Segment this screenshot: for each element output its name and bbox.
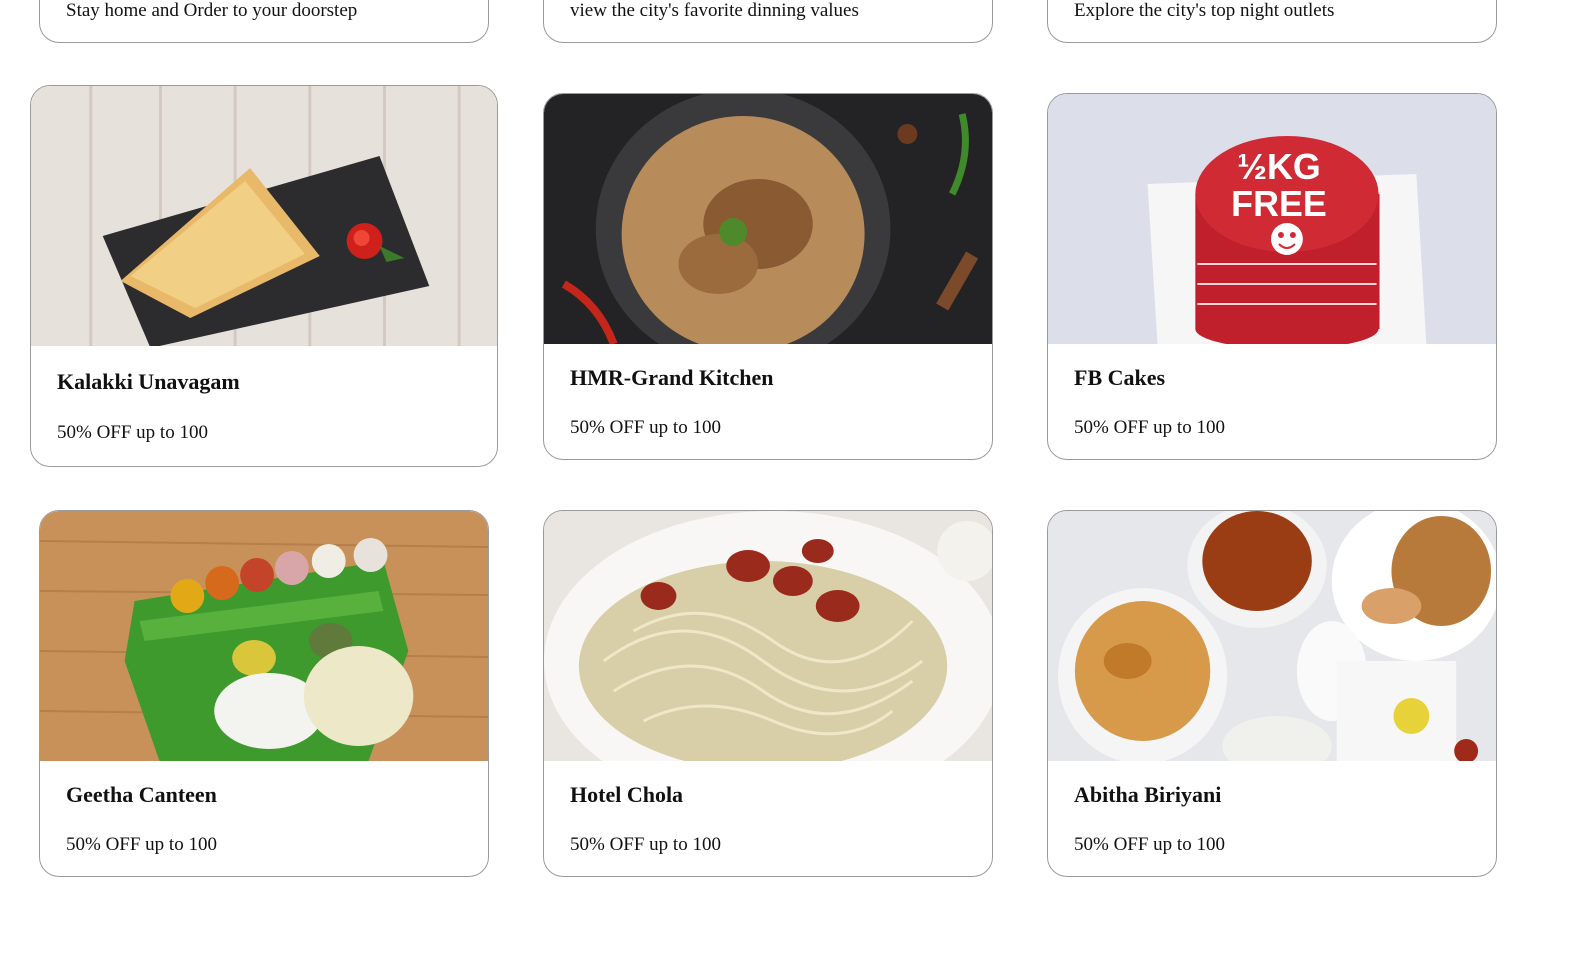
- restaurant-card[interactable]: Kalakki Unavagam 50% OFF up to 100: [30, 85, 498, 467]
- restaurant-offer: 50% OFF up to 100: [66, 834, 217, 855]
- restaurant-offer: 50% OFF up to 100: [570, 834, 721, 855]
- biryani-bowl-image: [544, 94, 992, 344]
- restaurant-name: Kalakki Unavagam: [57, 369, 240, 394]
- restaurant-card[interactable]: Geetha Canteen 50% OFF up to 100: [39, 510, 489, 877]
- kalakki-dish-image: [31, 86, 497, 346]
- restaurant-name: Abitha Biriyani: [1074, 782, 1222, 807]
- restaurant-name: Hotel Chola: [570, 782, 684, 807]
- biriyani-bowls-image: [1048, 511, 1496, 761]
- restaurant-card[interactable]: Hotel Chola 50% OFF up to 100: [543, 510, 993, 877]
- restaurant-offer: 50% OFF up to 100: [570, 417, 721, 438]
- restaurant-name: Geetha Canteen: [66, 782, 217, 807]
- cake-text-free: FREE: [1231, 183, 1327, 224]
- cake-text-half-kg: ½KG: [1237, 146, 1321, 187]
- restaurant-offer: 50% OFF up to 100: [1074, 834, 1225, 855]
- restaurant-offer: 50% OFF up to 100: [1074, 417, 1225, 438]
- category-description: Explore the city's top night outlets: [1074, 0, 1335, 21]
- restaurant-name: HMR-Grand Kitchen: [570, 365, 774, 390]
- category-card-nightlife[interactable]: Explore the city's top night outlets: [1047, 0, 1497, 43]
- cake-image: ½KG FREE: [1048, 94, 1496, 344]
- restaurant-card[interactable]: ½KG FREE FB Cakes 50% OFF up to 100: [1047, 93, 1497, 460]
- restaurant-name: FB Cakes: [1074, 365, 1166, 390]
- restaurant-card[interactable]: HMR-Grand Kitchen 50% OFF up to 100: [543, 93, 993, 460]
- restaurant-card[interactable]: Abitha Biriyani 50% OFF up to 100: [1047, 510, 1497, 877]
- category-description: Stay home and Order to your doorstep: [66, 0, 358, 21]
- banana-leaf-meal-image: [40, 511, 488, 761]
- restaurant-offer: 50% OFF up to 100: [57, 422, 208, 443]
- category-card-dining[interactable]: view the city's favorite dinning values: [543, 0, 993, 43]
- noodles-plate-image: [544, 511, 992, 761]
- category-description: view the city's favorite dinning values: [570, 0, 859, 21]
- category-card-delivery[interactable]: Stay home and Order to your doorstep: [39, 0, 489, 43]
